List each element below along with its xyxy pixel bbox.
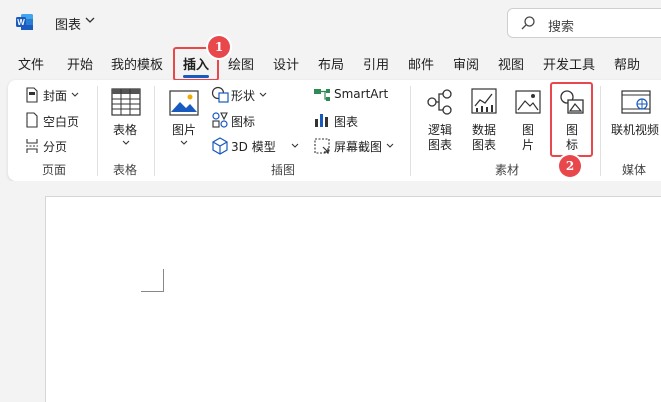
tab-home[interactable]: 开始 (67, 54, 93, 73)
3d-models-button[interactable]: 3D 模型 (231, 138, 276, 155)
icons-gallery-icon (212, 112, 228, 128)
chevron-down-icon[interactable] (291, 143, 299, 149)
search-box[interactable]: 搜索 (507, 8, 661, 38)
picture-icon (169, 90, 199, 116)
tab-help[interactable]: 帮助 (614, 54, 640, 73)
group-label-media: 媒体 (622, 163, 647, 177)
tab-references[interactable]: 引用 (363, 54, 389, 73)
blank-page-button[interactable]: 空白页 (43, 113, 79, 130)
document-title[interactable]: 图表 (55, 14, 81, 33)
data-chart-label-2[interactable]: 图表 (472, 136, 496, 153)
title-bar: W 图表 搜索 (0, 0, 661, 46)
word-app-icon: W (16, 14, 33, 30)
group-separator (600, 86, 601, 176)
smartart-button[interactable]: SmartArt (334, 87, 388, 101)
group-separator (154, 86, 155, 176)
chevron-down-icon[interactable] (180, 140, 188, 146)
step2-highlight (550, 82, 593, 157)
step1-badge: 1 (208, 36, 230, 58)
table-icon (111, 88, 141, 116)
tab-my-templates[interactable]: 我的模板 (111, 54, 163, 73)
margin-corner-mark (163, 269, 164, 292)
chevron-down-icon[interactable] (71, 92, 79, 98)
tab-view[interactable]: 视图 (498, 54, 524, 73)
ribbon-tabs: 文件 开始 我的模板 插入 绘图 设计 布局 引用 邮件 审阅 视图 开发工具 … (0, 50, 661, 76)
tab-developer[interactable]: 开发工具 (543, 54, 595, 73)
group-label-assets: 素材 (495, 163, 520, 177)
chart-button[interactable]: 图表 (334, 113, 358, 130)
3d-models-icon (212, 137, 228, 155)
step2-badge: 2 (559, 155, 581, 177)
shapes-button[interactable]: 形状 (231, 87, 255, 104)
picture-asset-icon (515, 90, 541, 114)
screenshot-button[interactable]: 屏幕截图 (334, 138, 382, 155)
group-label-illustrations: 插图 (271, 163, 296, 177)
page-break-icon (26, 139, 38, 153)
chevron-down-icon[interactable] (259, 92, 267, 98)
chevron-down-icon[interactable] (85, 15, 95, 28)
cover-page-button[interactable]: 封面 (43, 87, 67, 104)
icons-small-button[interactable]: 图标 (231, 113, 255, 130)
screenshot-icon (314, 138, 330, 154)
shapes-icon (211, 86, 229, 103)
tab-review[interactable]: 审阅 (453, 54, 479, 73)
tab-file[interactable]: 文件 (18, 54, 44, 73)
tab-design[interactable]: 设计 (273, 54, 299, 73)
group-label-table: 表格 (113, 163, 138, 177)
group-label-pages: 页面 (42, 163, 67, 177)
pictures-button[interactable]: 图片 (172, 121, 196, 138)
chevron-down-icon[interactable] (386, 143, 394, 149)
logic-chart-icon (427, 89, 452, 115)
logic-chart-label-2[interactable]: 图表 (428, 136, 452, 153)
document-page[interactable] (45, 196, 661, 402)
margin-corner-mark (141, 291, 164, 292)
search-placeholder: 搜索 (548, 20, 575, 35)
page-break-button[interactable]: 分页 (43, 138, 67, 155)
table-button[interactable]: 表格 (113, 121, 137, 138)
tab-draw[interactable]: 绘图 (228, 54, 254, 73)
group-separator (410, 86, 411, 176)
chevron-down-icon[interactable] (122, 140, 130, 146)
online-video-button[interactable]: 联机视频 (611, 121, 659, 138)
svg-text:W: W (17, 18, 25, 27)
tab-layout[interactable]: 布局 (318, 54, 344, 73)
chart-icon (315, 114, 328, 127)
picture-asset-label-2[interactable]: 片 (522, 136, 534, 153)
online-video-icon (621, 90, 651, 114)
blank-page-icon (26, 112, 38, 128)
search-icon (521, 16, 535, 30)
cover-page-icon (26, 87, 38, 103)
tab-mailings[interactable]: 邮件 (408, 54, 434, 73)
group-separator (97, 86, 98, 176)
data-chart-icon (471, 88, 497, 114)
smartart-icon (314, 89, 330, 101)
